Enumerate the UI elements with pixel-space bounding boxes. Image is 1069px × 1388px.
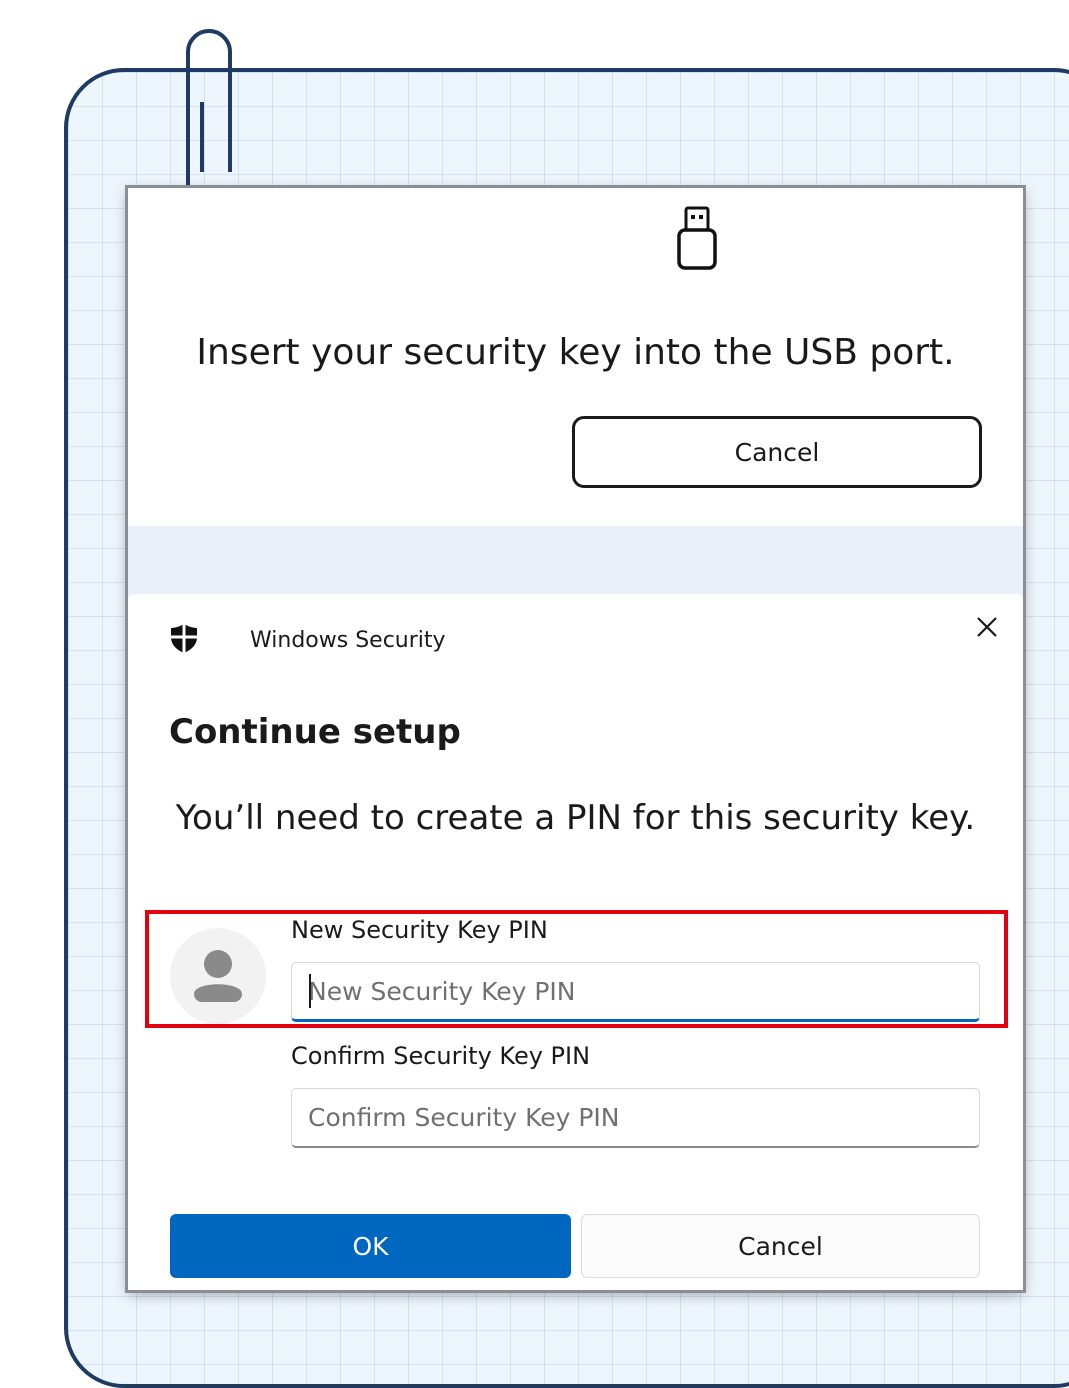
app-title: Windows Security (250, 628, 446, 653)
dialog-heading: Continue setup (169, 712, 461, 752)
dialog-cancel-button[interactable]: Cancel (581, 1214, 980, 1278)
confirm-pin-label: Confirm Security Key PIN (291, 1042, 591, 1070)
paperclip-icon (186, 29, 232, 200)
shield-icon (171, 624, 197, 653)
confirm-pin-input[interactable] (291, 1088, 980, 1148)
close-icon[interactable] (970, 610, 1004, 644)
usb-prompt-card: Insert your security key into the USB po… (128, 188, 1023, 526)
new-pin-label: New Security Key PIN (291, 916, 548, 944)
windows-security-dialog: Windows Security Continue setup You’ll n… (128, 594, 1023, 1290)
text-caret (309, 974, 311, 1008)
new-pin-input[interactable] (291, 962, 980, 1022)
ok-button[interactable]: OK (170, 1214, 571, 1278)
usb-key-icon (677, 206, 717, 270)
security-key-setup-panel: Insert your security key into the USB po… (128, 188, 1023, 1290)
user-avatar-icon (170, 928, 266, 1024)
usb-prompt-message: Insert your security key into the USB po… (196, 332, 955, 373)
dialog-message: You’ll need to create a PIN for this sec… (175, 798, 976, 838)
usb-cancel-button[interactable]: Cancel (572, 416, 982, 488)
